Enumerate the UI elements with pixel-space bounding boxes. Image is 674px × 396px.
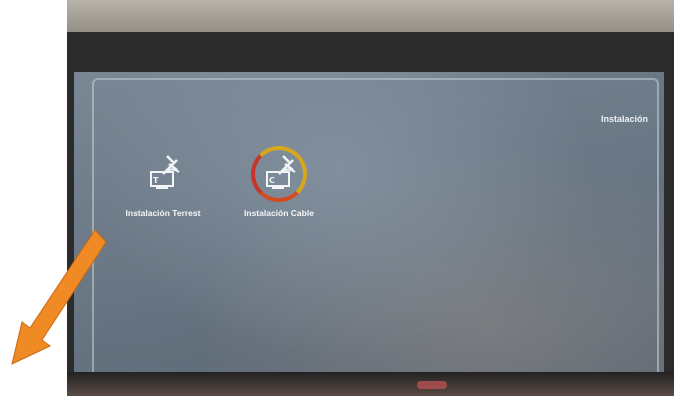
tv-bottom-bezel (67, 372, 674, 396)
orange-arrow-icon (11, 229, 107, 365)
menu-option-cable[interactable]: C Instalación Cable (224, 144, 334, 218)
svg-text:T: T (153, 176, 159, 185)
menu-panel (92, 78, 659, 385)
tv-bezel: Instalación T Instalación Terrest C Inst… (67, 32, 674, 396)
tv-screen: Instalación T Instalación Terrest C Inst… (74, 72, 664, 396)
lg-logo (417, 381, 447, 389)
menu-option-terrestrial[interactable]: T Instalación Terrest (108, 144, 218, 218)
page-title: Instalación (600, 114, 648, 124)
photo-background: Instalación T Instalación Terrest C Inst… (67, 0, 674, 396)
option-label-terrestrial: Instalación Terrest (125, 208, 201, 218)
satellite-dish-antenna-icon: C (249, 144, 309, 204)
satellite-dish-antenna-icon: T (133, 144, 193, 204)
option-label-cable: Instalación Cable (244, 208, 314, 218)
svg-text:C: C (269, 176, 275, 185)
